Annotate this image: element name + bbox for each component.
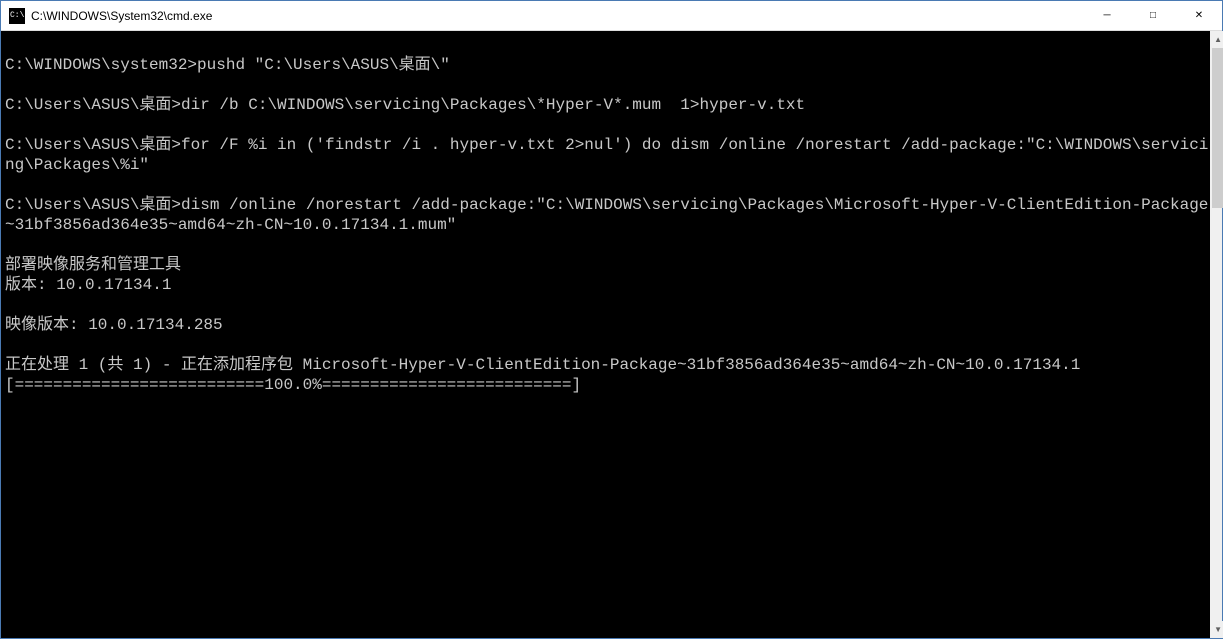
scroll-up-button[interactable]: ▲ — [1210, 31, 1223, 48]
client-area: C:\WINDOWS\system32>pushd "C:\Users\ASUS… — [1, 31, 1222, 638]
minimize-button[interactable]: ─ — [1084, 1, 1130, 31]
cmd-window: C:\WINDOWS\System32\cmd.exe ─ □ ✕ C:\WIN… — [0, 0, 1223, 639]
scroll-thumb[interactable] — [1212, 48, 1223, 208]
titlebar[interactable]: C:\WINDOWS\System32\cmd.exe ─ □ ✕ — [1, 1, 1222, 31]
maximize-button[interactable]: □ — [1130, 1, 1176, 31]
cmd-icon — [9, 8, 25, 24]
close-button[interactable]: ✕ — [1176, 1, 1222, 31]
terminal-output[interactable]: C:\WINDOWS\system32>pushd "C:\Users\ASUS… — [1, 31, 1210, 638]
scroll-down-button[interactable]: ▼ — [1210, 621, 1223, 638]
window-title: C:\WINDOWS\System32\cmd.exe — [31, 9, 212, 23]
vertical-scrollbar[interactable]: ▲ ▼ — [1210, 31, 1222, 638]
